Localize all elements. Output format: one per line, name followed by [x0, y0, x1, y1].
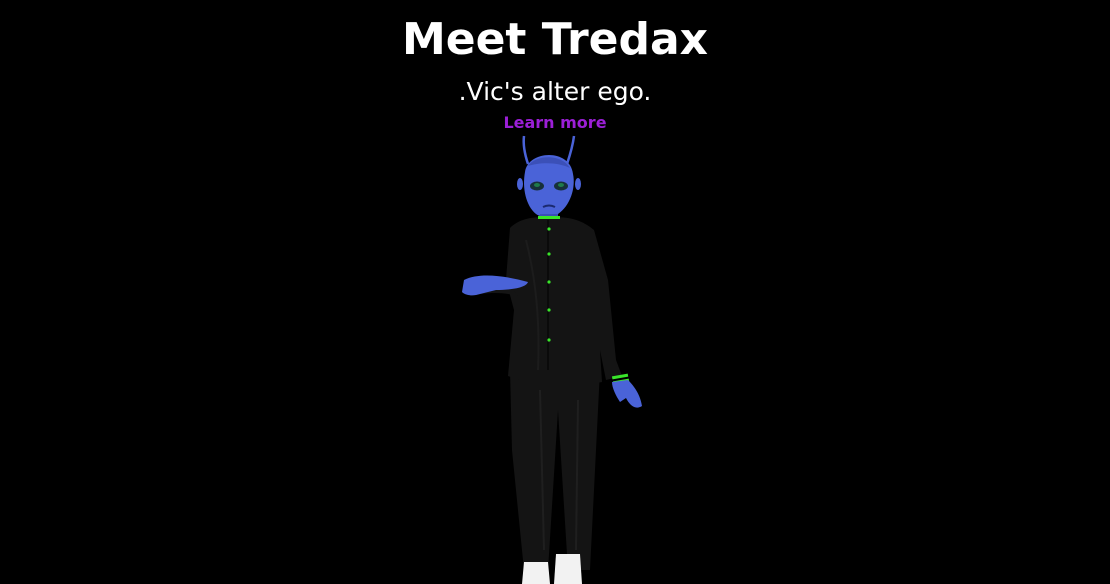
page-title: Meet Tredax	[401, 14, 709, 65]
hero-section: Meet Tredax .Vic's alter ego. Learn more	[0, 0, 1110, 584]
tredax-character-illustration	[462, 135, 642, 584]
page-subtitle: .Vic's alter ego.	[458, 77, 652, 106]
jacket	[468, 217, 622, 386]
trousers	[510, 370, 600, 570]
head	[517, 155, 581, 217]
